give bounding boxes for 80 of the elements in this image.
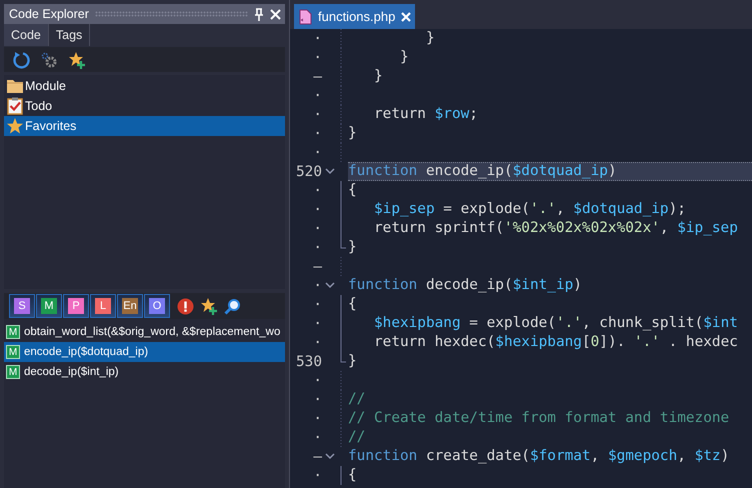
star-plus-icon[interactable]: [68, 50, 86, 68]
code-line: }: [348, 238, 358, 257]
line-number: ·: [313, 372, 322, 388]
php-file-icon: [299, 8, 312, 24]
line-number: ·: [313, 316, 322, 332]
code-line: {: [348, 295, 358, 314]
code-line: function decode_ip($int_ip): [348, 276, 583, 295]
code-line: $hexipbang = explode('.', chunk_split($int: [372, 314, 739, 333]
tree-item[interactable]: Favorites: [4, 116, 285, 136]
member-item[interactable]: M encode_ip($dotquad_ip): [4, 342, 285, 362]
line-number: ·: [313, 182, 322, 198]
line-number: ·: [313, 392, 322, 408]
close-icon[interactable]: [270, 8, 281, 20]
filter-toggle[interactable]: O: [144, 294, 170, 318]
code-line: }: [424, 29, 436, 48]
line-number: 530: [296, 354, 322, 370]
line-number: ·: [313, 30, 322, 46]
tree-item[interactable]: Todo: [4, 96, 285, 116]
tree-item[interactable]: Module: [4, 76, 285, 96]
panel-tab[interactable]: Code: [4, 24, 49, 46]
file-tab[interactable]: functions.php: [294, 4, 416, 29]
fold-chevron-icon[interactable]: [325, 168, 335, 174]
pin-icon[interactable]: [254, 8, 264, 20]
error-icon[interactable]: [177, 298, 194, 314]
code-line: //: [348, 428, 366, 447]
code-line: }: [398, 48, 410, 67]
line-number: ·: [313, 144, 322, 160]
line-number: ·: [313, 88, 322, 104]
line-number: –: [313, 448, 322, 464]
code-line: //: [348, 390, 366, 409]
fold-chevron-icon[interactable]: [325, 453, 335, 460]
method-badge: M: [6, 345, 20, 359]
fold-guide-line: [340, 466, 342, 485]
line-number: ·: [313, 106, 322, 122]
member-item[interactable]: M obtain_word_list(&$orig_word, &$replacement_wo: [4, 322, 285, 342]
line-number: ·: [313, 50, 322, 66]
panel-title: Code Explorer: [9, 7, 89, 21]
line-number: ·: [313, 410, 322, 426]
member-item[interactable]: M decode_ip($int_ip): [4, 362, 285, 382]
fold-end-line: [340, 238, 346, 248]
line-number: ·: [313, 296, 322, 312]
filter-toggle[interactable]: En: [117, 294, 143, 318]
line-number: ·: [313, 334, 322, 350]
code-line: return sprintf('%02x%02x%02x%02x', $ip_sep: [372, 219, 739, 238]
method-badge: M: [6, 325, 20, 339]
line-number: ·: [313, 468, 322, 484]
line-number: ·: [313, 220, 322, 236]
code-line: // Create date/time from format and timezone: [348, 409, 730, 428]
code-line: return hexdec($hexipbang[0]). '.' . hexdec: [372, 333, 739, 352]
code-line: $ip_sep = explode('.', $dotquad_ip);: [372, 200, 687, 219]
code-line: return $row;: [372, 105, 479, 124]
code-line: }: [348, 124, 358, 143]
line-number: 520: [296, 164, 322, 180]
line-number: ·: [313, 430, 322, 446]
filter-toggle[interactable]: S: [9, 294, 35, 318]
close-icon[interactable]: [401, 12, 412, 22]
line-number: ·: [313, 278, 322, 294]
filter-toggle[interactable]: M: [36, 294, 62, 318]
line-number: –: [313, 68, 322, 84]
code-line: }: [348, 352, 358, 371]
folder-icon: [6, 78, 24, 94]
gears-icon[interactable]: [40, 50, 58, 68]
line-number: –: [313, 258, 322, 274]
indent-guide-line: [340, 257, 342, 276]
search-icon[interactable]: [224, 298, 241, 314]
code-line: {: [348, 181, 358, 200]
panel-tab[interactable]: Tags: [48, 24, 90, 46]
code-line: function create_date($format, $gmepoch, $tz): [348, 447, 730, 466]
line-number: ·: [313, 126, 322, 142]
fold-chevron-icon[interactable]: [325, 282, 335, 288]
line-number: ·: [313, 240, 322, 256]
line-number: ·: [313, 202, 322, 218]
code-line: }: [372, 67, 384, 86]
fold-end-line: [340, 352, 346, 362]
clipboard-check-icon: [6, 97, 24, 115]
star-icon: [6, 117, 24, 135]
code-line: {: [348, 466, 358, 485]
star-plus-icon[interactable]: [200, 297, 218, 315]
method-badge: M: [6, 365, 20, 379]
refresh-icon[interactable]: [12, 50, 30, 68]
